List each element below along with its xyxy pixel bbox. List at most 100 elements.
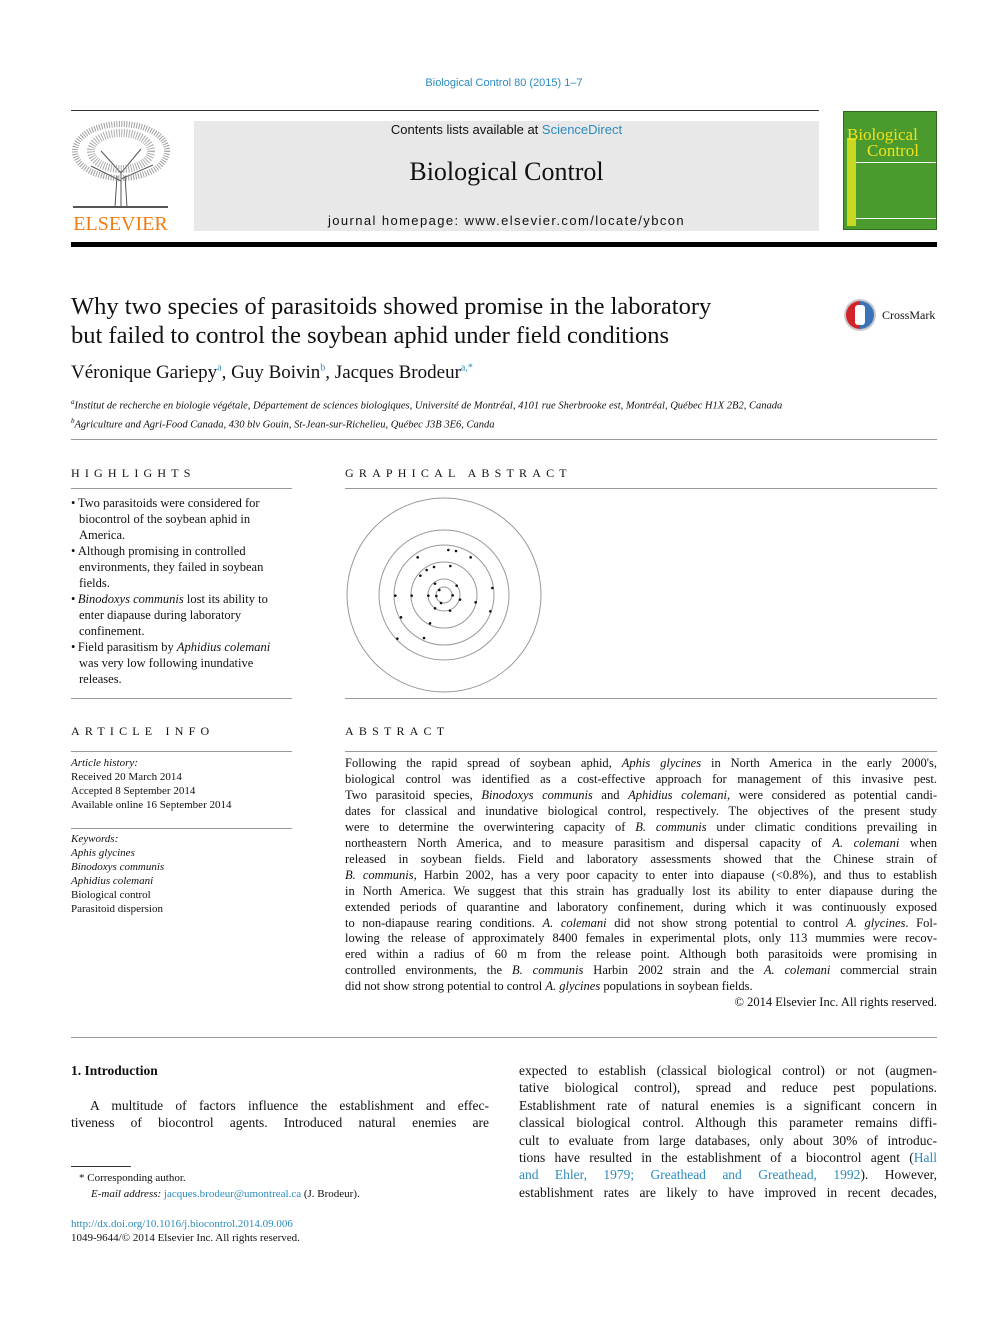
text-line: Following the rapid spread of soybean ap… [345,756,937,770]
ring [393,544,495,646]
text-line: A multitude of factors influence the est… [90,1098,489,1113]
crossmark-label: CrossMark [882,307,936,322]
recovery-point [433,582,437,585]
text-line: biological control was identified as a c… [345,771,937,786]
issn-copyright: 1049-9644/© 2014 Elsevier Inc. All right… [71,1232,300,1244]
recovery-point [449,564,452,568]
highlight-item: • Field parasitism by Aphidius colemani [71,640,271,654]
author[interactable]: Jacques Brodeura,* [335,362,473,383]
keyword[interactable]: Aphidius colemani [71,874,164,888]
recovery-point [454,549,458,553]
journal-cover: Biological Control [843,111,937,230]
recovery-point [399,616,403,619]
contents-label: Contents lists available at [390,122,542,137]
divider [71,751,292,752]
divider [345,698,937,699]
text-line: releases. [79,672,122,686]
keyword[interactable]: Biological control [71,888,164,902]
recovery-point [451,594,454,597]
divider [71,488,292,489]
text-line: and Ehler, 1979; Greathead and Greathead… [519,1167,938,1183]
ring [410,561,478,629]
doi-link[interactable]: http://dx.doi.org/10.1016/j.biocontrol.2… [71,1217,293,1231]
abstract-copyright: © 2014 Elsevier Inc. All rights reserved… [734,995,937,1009]
article-title: Why two species of parasitoids showed pr… [71,293,712,349]
text-line: fields. [79,576,110,590]
recovery-point [455,584,458,587]
highlight-item: • Although promising in controlled [71,544,246,558]
recovery-point [419,574,422,577]
text-line: northeastern North America, and to measu… [345,835,937,850]
journal-citation[interactable]: Biological Control 80 (2015) 1–7 [0,77,992,89]
recovery-point [469,556,472,559]
text-line: confinement. [79,624,145,638]
cover-title: Biological Control [847,125,919,160]
highlight-item: • Binodoxys communis lost its ability to [71,592,268,606]
header-rule [71,110,819,111]
text-line: tions have resulted in the establishment… [519,1150,937,1165]
footnote-rule [71,1166,131,1167]
text-line: America. [79,528,126,542]
recovery-point [425,568,428,572]
text-line: in North America. We suggest that this s… [345,883,937,898]
recovery-point [428,622,432,625]
text-line: were to determine the overwintering capa… [345,819,937,834]
citation-link[interactable]: Hall [914,1150,937,1165]
author-list: Véronique Gariepya, Guy Boivinb, Jacques… [71,362,473,383]
recovery-point [448,609,452,612]
text-line: extended periods of quarantine and labor… [345,899,937,914]
graphical-abstract-figure [346,497,542,693]
highlight-item: • Two parasitoids were considered for [71,496,260,510]
recovery-point [396,637,399,640]
text-line: did not show strong potential to control… [345,979,753,994]
email-link[interactable]: jacques.brodeur@umontreal.ca [164,1188,301,1200]
recovery-point [416,556,419,559]
recovery-point [433,607,437,610]
text-line: Two parasitoid species, Binodoxys commun… [345,787,938,802]
recovery-point [491,586,494,590]
footnote-corresponding: * Corresponding author. [79,1172,186,1184]
recovery-point [410,594,413,597]
keyword[interactable]: Binodoxys communis [71,860,164,874]
citation-link[interactable]: and Ehler, 1979; Greathead and Greathead… [519,1167,860,1182]
journal-banner: Contents lists available at ScienceDirec… [194,121,819,231]
author[interactable]: Guy Boivinb [231,362,325,383]
affiliation-b: bAgriculture and Agri-Food Canada, 430 b… [71,416,495,431]
recovery-point [435,594,438,598]
divider [345,488,937,489]
ring [427,578,461,612]
header-thick-rule [71,242,937,247]
recovery-point [439,601,443,605]
affiliation-a: aInstitut de recherche en biologie végét… [71,398,783,412]
recovery-point [489,610,492,613]
text-line: dates for classical and inundative biolo… [345,803,937,818]
keyword[interactable]: Parasitoid dispersion [71,902,164,916]
recovery-point [474,601,477,604]
article-history: Article history: Received 20 March 2014 … [71,757,232,811]
elsevier-logo: ELSEVIER [71,121,170,234]
text-line: establishment rates are likely to have i… [519,1184,937,1200]
text-line: enter diapause during laboratory [79,608,242,622]
text-line: Establishment rate of natural enemies is… [519,1097,937,1113]
elsevier-tree-icon [72,121,170,208]
crossmark-badge[interactable]: CrossMark [843,298,935,332]
recovery-point [438,588,441,592]
text-line: biocontrol of the soybean aphid in [79,512,251,526]
crossmark-icon [844,299,876,331]
abstract-heading: ABSTRACT [345,724,450,738]
graphical-abstract-heading: GRAPHICAL ABSTRACT [345,466,572,480]
sciencedirect-link[interactable]: ScienceDirect [542,122,622,137]
journal-homepage[interactable]: journal homepage: www.elsevier.com/locat… [194,213,819,228]
text-line: ered within a radius of 60 m from the re… [345,947,937,962]
keyword[interactable]: Aphis glycines [71,846,164,860]
text-line: tative biological control), spread and r… [519,1080,937,1096]
article-info-heading: ARTICLE INFO [71,724,215,738]
footnote-email: E-mail address: jacques.brodeur@umontrea… [91,1188,360,1200]
highlights-heading: HIGHLIGHTS [71,466,196,480]
text-line: classical biological control. Although t… [519,1115,937,1131]
author[interactable]: Véronique Gariepya [71,362,222,383]
ring [346,497,542,693]
recovery-point [447,548,450,552]
text-line: to non-diapause rearing conditions. A. c… [345,915,937,930]
keywords: Keywords: Aphis glycines Binodoxys commun… [71,833,165,916]
